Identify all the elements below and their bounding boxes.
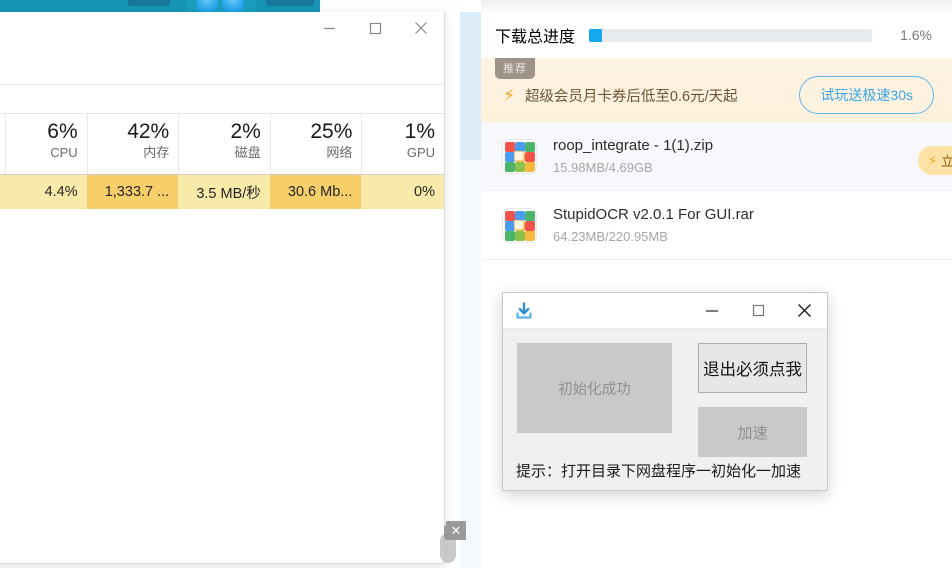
disk-label: 磁盘	[234, 145, 261, 161]
cpu-label: CPU	[50, 145, 78, 161]
task-manager-titlebar	[0, 12, 444, 57]
file-size: 15.98MB/4.69GB	[553, 160, 653, 175]
network-total-percent: 25%	[310, 120, 353, 144]
file-name: roop_integrate - 1(1).zip	[553, 137, 714, 154]
column-header-network[interactable]: 25% 网络	[269, 114, 362, 174]
task-manager-window: 6% CPU 42% 内存 2% 磁盘 25% 网络 1% GPU 4.4% 1…	[0, 12, 445, 564]
promo-badge: 推荐	[495, 58, 535, 79]
archive-file-icon	[503, 139, 536, 173]
panel-left-rail-top	[460, 12, 481, 160]
task-manager-menubar[interactable]	[0, 57, 444, 85]
column-header-gpu[interactable]: 1% GPU	[361, 114, 444, 174]
row-disk-cell: 3.5 MB/秒	[178, 175, 270, 209]
column-header-cpu[interactable]: 6% CPU	[5, 114, 87, 174]
column-header-disk[interactable]: 2% 磁盘	[178, 114, 270, 174]
minimize-button[interactable]	[306, 12, 352, 44]
gpu-label: GPU	[406, 145, 435, 161]
total-progress-row: 下载总进度 1.6%	[481, 12, 952, 58]
accelerate-button: 加速	[698, 407, 807, 457]
network-label: 网络	[326, 145, 353, 161]
gpu-total-percent: 1%	[404, 120, 435, 144]
taskbar-tab-b	[266, 0, 314, 6]
row-network-cell: 30.6 Mb...	[269, 175, 362, 209]
process-table-empty-area	[0, 209, 444, 539]
dialog-maximize-button[interactable]	[735, 293, 781, 328]
dialog-titlebar	[503, 293, 827, 329]
screen: 下载总进度 1.6% 推荐 ⚡ 超级会员月卡券后低至0.6元/天起 试玩送极速3…	[0, 0, 952, 568]
row-memory-cell: 1,333.7 ...	[86, 175, 179, 209]
task-manager-tabstrip[interactable]	[0, 85, 444, 113]
disk-total-percent: 2%	[230, 120, 261, 144]
dialog-body: 初始化成功 退出必须点我 加速 提示：打开目录下网盘程序一初始化一加速	[503, 329, 827, 491]
file-name: StupidOCR v2.0.1 For GUI.rar	[553, 206, 754, 223]
cpu-total-percent: 6%	[47, 120, 78, 144]
accelerator-dialog: 初始化成功 退出必须点我 加速 提示：打开目录下网盘程序一初始化一加速	[502, 292, 828, 491]
archive-file-icon	[503, 208, 536, 242]
maximize-button[interactable]	[352, 12, 398, 44]
list-item[interactable]: StupidOCR v2.0.1 For GUI.rar 64.23MB/220…	[481, 191, 952, 260]
total-progress-bar[interactable]	[589, 28, 872, 42]
promo-cta-button[interactable]: 试玩送极速30s	[799, 76, 934, 114]
file-size: 64.23MB/220.95MB	[553, 229, 668, 244]
memory-total-percent: 42%	[127, 120, 170, 144]
download-icon	[513, 300, 535, 322]
promo-text: 超级会员月卡券后低至0.6元/天起	[524, 88, 738, 105]
dialog-minimize-button[interactable]	[689, 293, 735, 328]
table-header-row: 6% CPU 42% 内存 2% 磁盘 25% 网络 1% GPU	[0, 113, 444, 175]
dialog-close-button[interactable]	[781, 293, 827, 328]
floating-close-icon[interactable]: ✕	[446, 521, 466, 540]
total-progress-label: 下载总进度	[495, 29, 576, 46]
total-progress-percent: 1.6%	[900, 27, 932, 43]
bolt-icon: ⚡	[927, 152, 937, 168]
dialog-hint-text: 提示：打开目录下网盘程序一初始化一加速	[516, 463, 802, 480]
list-item[interactable]: roop_integrate - 1(1).zip 15.98MB/4.69GB…	[481, 122, 952, 191]
table-row[interactable]: 4.4% 1,333.7 ... 3.5 MB/秒 30.6 Mb... 0%	[0, 175, 444, 209]
bolt-icon: ⚡	[503, 85, 515, 105]
panel-left-rail-bottom	[460, 160, 481, 568]
memory-label: 内存	[143, 145, 170, 161]
column-header-memory[interactable]: 42% 内存	[86, 114, 179, 174]
total-progress-fill	[589, 28, 602, 42]
taskbar-tab-a	[128, 0, 170, 6]
accelerate-button[interactable]: ⚡ 立	[917, 146, 952, 175]
row-cpu-cell: 4.4%	[5, 175, 87, 209]
row-gpu-cell: 0%	[361, 175, 444, 209]
accelerate-label: 立	[940, 154, 952, 169]
close-button[interactable]	[398, 12, 444, 44]
panel-top-edge	[481, 0, 952, 12]
init-status-button: 初始化成功	[517, 343, 672, 433]
process-table: 6% CPU 42% 内存 2% 磁盘 25% 网络 1% GPU 4.4% 1…	[0, 113, 444, 539]
exit-button[interactable]: 退出必须点我	[698, 343, 807, 393]
promo-banner: 推荐 ⚡ 超级会员月卡券后低至0.6元/天起 试玩送极速30s	[481, 58, 952, 122]
